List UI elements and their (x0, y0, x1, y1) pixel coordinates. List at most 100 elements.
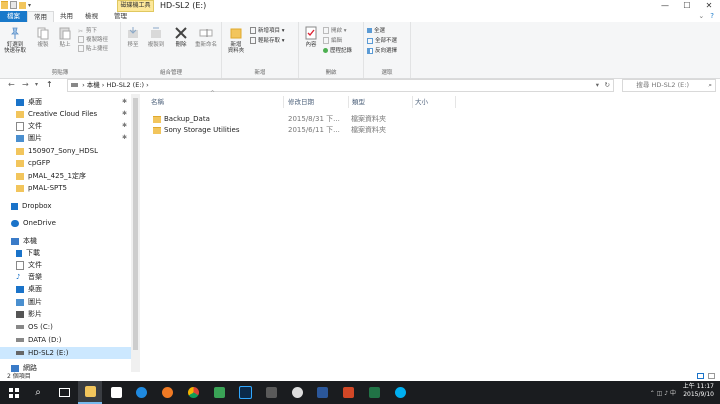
nav-item-drive-e[interactable]: HD-SL2 (E:) (0, 347, 131, 359)
minimize-button[interactable]: — (654, 0, 676, 11)
nav-item-label: 文件 (28, 122, 42, 130)
nav-item-downloads[interactable]: 下載 (0, 247, 131, 259)
address-bar[interactable]: › 本機 › HD-SL2 (E:) › ▾ ↻ (67, 79, 614, 92)
column-size[interactable]: 大小 (412, 96, 456, 108)
select-all-button[interactable]: 全選 (367, 27, 385, 35)
taskbar-app[interactable] (259, 381, 283, 404)
refresh-icon[interactable]: ↻ (605, 80, 610, 91)
taskbar-powerpoint[interactable] (336, 381, 360, 404)
tab-file[interactable]: 檔案 (0, 11, 27, 22)
tab-manage[interactable]: 管理 (108, 11, 133, 22)
nav-item-dropbox[interactable]: Dropbox (0, 200, 131, 212)
nav-item-desktop[interactable]: 桌面 (0, 283, 131, 295)
desktop-icon (16, 285, 24, 293)
open-group-label: 開啟 (325, 70, 337, 76)
nav-item-network[interactable]: 網路 (0, 362, 131, 372)
address-dropdown-icon[interactable]: ▾ (596, 80, 599, 91)
quick-access-toolbar: ▾ (1, 1, 31, 9)
system-tray-icons[interactable]: ⌃ ◫ ♪ 中 (650, 388, 676, 397)
search-button[interactable]: ⌕ (26, 381, 50, 404)
list-item[interactable]: Backup_Data 2015/8/31 下... 檔案資料夾 (150, 114, 410, 125)
nav-item-music[interactable]: ♪ 音樂 (0, 271, 131, 283)
task-view-button[interactable] (52, 381, 76, 404)
move-to-button[interactable]: 移至 (122, 26, 144, 48)
folder-icon (153, 126, 161, 134)
taskbar-store[interactable] (104, 381, 128, 404)
large-icons-view-icon[interactable] (708, 373, 715, 379)
paste-button[interactable]: 貼上 (54, 26, 76, 48)
folder-icon[interactable] (1, 1, 8, 9)
taskbar-firefox[interactable] (155, 381, 179, 404)
column-type[interactable]: 類型 (349, 96, 413, 108)
new-folder-icon[interactable] (19, 1, 26, 9)
nav-item-pictures[interactable]: 圖片 (0, 296, 131, 308)
properties-icon[interactable] (10, 1, 17, 9)
ribbon-expand-icon[interactable]: ⌄ (698, 11, 710, 22)
nav-item-drive-d[interactable]: DATA (D:) (0, 334, 131, 346)
up-button[interactable]: ↑ (46, 80, 53, 89)
copy-to-button[interactable]: 複製到 (145, 26, 167, 48)
nav-item-pictures-quick[interactable]: 圖片 ✱ (0, 132, 131, 144)
nav-item-creative-cloud[interactable]: Creative Cloud Files ✱ (0, 108, 131, 120)
easy-access-button[interactable]: 輕鬆存取 ▾ (250, 37, 285, 45)
nav-item-folder[interactable]: pMAL_425_1定序 (0, 170, 131, 182)
close-button[interactable]: ✕ (698, 0, 720, 11)
properties-button[interactable]: 內容 (300, 26, 322, 48)
paste-label: 貼上 (59, 42, 71, 48)
taskbar-excel[interactable] (362, 381, 386, 404)
history-button[interactable]: 歷程記錄 (323, 47, 352, 55)
list-item[interactable]: Sony Storage Utilities 2015/6/11 下... 檔案… (150, 125, 410, 136)
column-name[interactable]: 名稱 (148, 96, 284, 108)
clock[interactable]: 上午 11:17 2015/9/10 (683, 383, 714, 399)
nav-item-drive-c[interactable]: OS (C:) (0, 321, 131, 333)
copy-to-icon (151, 27, 161, 38)
open-button[interactable]: 開啟 ▾ (323, 27, 347, 35)
invert-selection-button[interactable]: 反向選擇 (367, 47, 397, 55)
qat-dropdown-icon[interactable]: ▾ (28, 2, 31, 9)
nav-item-folder[interactable]: cpGFP (0, 157, 131, 169)
delete-button[interactable]: 刪除 (170, 26, 192, 48)
nav-item-desktop-quick[interactable]: 桌面 ✱ (0, 96, 131, 108)
copy-to-label: 複製到 (147, 42, 165, 48)
help-icon[interactable]: ? (710, 11, 720, 22)
nav-item-documents-quick[interactable]: 文件 ✱ (0, 120, 131, 132)
taskbar-chrome[interactable] (181, 381, 205, 404)
nav-item-folder[interactable]: 150907_Sony_HDSL (0, 145, 131, 157)
copy-path-button[interactable]: 複製路徑 (78, 36, 108, 44)
forward-button[interactable]: → (22, 80, 29, 89)
nav-scrollbar-thumb[interactable] (133, 98, 138, 350)
nav-item-onedrive[interactable]: OneDrive (0, 217, 131, 229)
paste-shortcut-button[interactable]: 貼上捷徑 (78, 45, 108, 53)
cut-button[interactable]: ✂ 剪下 (78, 27, 97, 35)
taskbar-word[interactable] (310, 381, 334, 404)
back-button[interactable]: ← (8, 80, 15, 89)
nav-item-documents[interactable]: 文件 (0, 259, 131, 271)
tab-share[interactable]: 共用 (54, 11, 79, 22)
column-date[interactable]: 修改日期 (285, 96, 349, 108)
recent-locations-button[interactable]: ▾ (35, 81, 38, 88)
maximize-button[interactable]: ☐ (676, 0, 698, 11)
new-item-icon (250, 27, 256, 34)
new-item-button[interactable]: 新增項目 ▾ (250, 27, 285, 35)
details-view-icon[interactable] (697, 373, 704, 379)
nav-item-this-pc[interactable]: 本機 (0, 235, 131, 247)
taskbar-skype[interactable] (388, 381, 412, 404)
pictures-icon (16, 134, 24, 142)
nav-item-folder[interactable]: pMAL-SPT5 (0, 182, 131, 194)
copy-button[interactable]: 複製 (32, 26, 54, 48)
select-none-button[interactable]: 全部不選 (367, 37, 397, 45)
rename-button[interactable]: 重新命名 (193, 26, 219, 48)
taskbar-file-explorer[interactable] (78, 381, 102, 404)
start-button[interactable] (2, 381, 26, 404)
search-input[interactable]: 搜尋 HD-SL2 (E:) ⌕ (622, 79, 716, 92)
pin-quick-access-button[interactable]: 釘選到 快速存取 (2, 26, 28, 54)
taskbar-app[interactable] (285, 381, 309, 404)
nav-item-videos[interactable]: 影片 (0, 308, 131, 320)
tab-view[interactable]: 檢視 (79, 11, 104, 22)
taskbar-calculator[interactable] (207, 381, 231, 404)
taskbar-photoshop[interactable] (233, 381, 257, 404)
word-icon (316, 387, 328, 398)
taskbar-edge[interactable] (129, 381, 153, 404)
new-folder-button[interactable]: 新增 資料夾 (225, 26, 247, 54)
edit-button[interactable]: 編輯 (323, 37, 342, 45)
